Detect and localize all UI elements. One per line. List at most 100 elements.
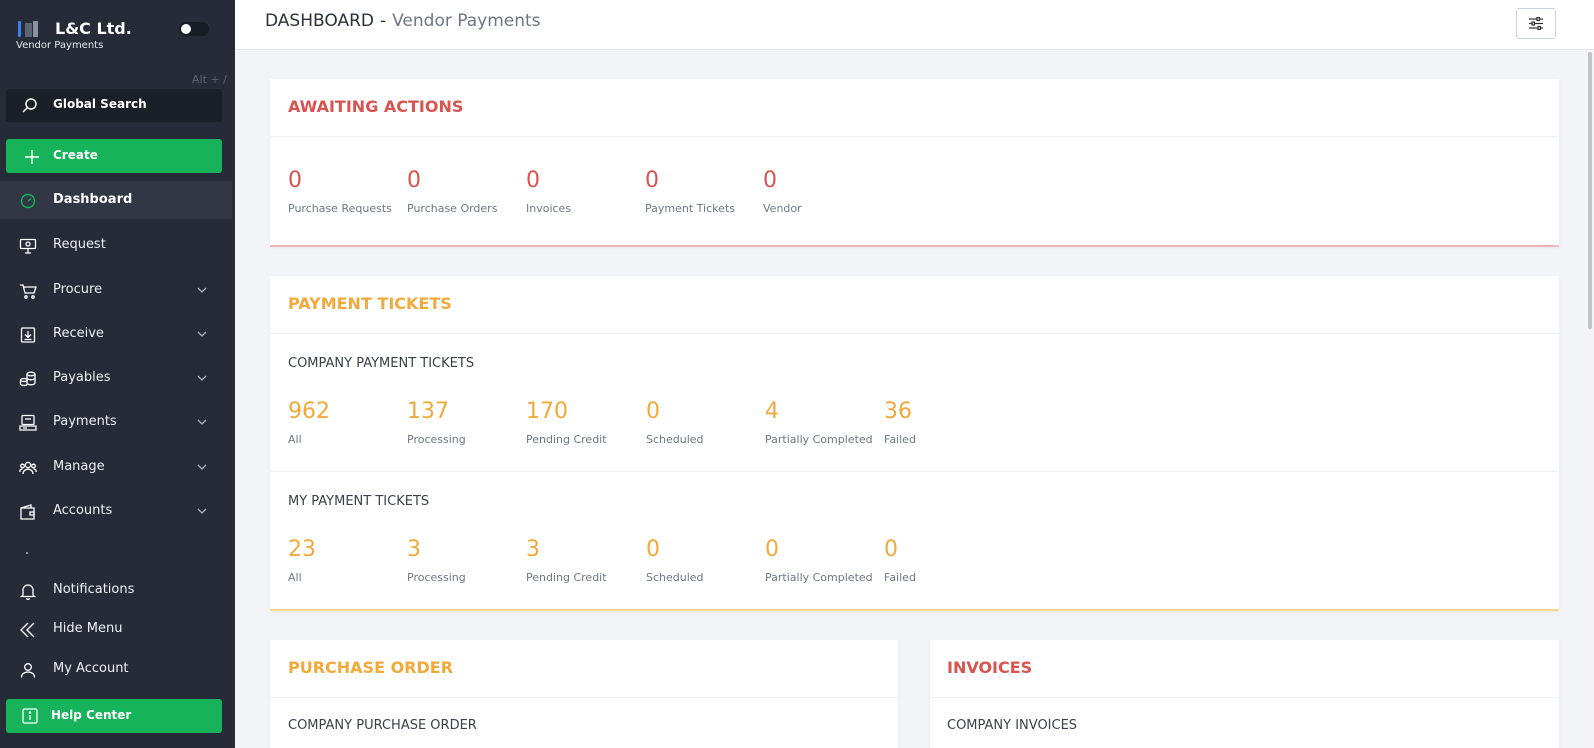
payment-tickets-card: PAYMENT TICKETS COMPANY PAYMENT TICKETS … (270, 276, 1559, 611)
card-title: PURCHASE ORDER (288, 658, 454, 677)
stat-value: 0 (884, 537, 898, 562)
chevron-down-icon (197, 508, 207, 514)
sidebar-item-receive[interactable]: Receive (0, 315, 232, 353)
awaiting-actions-card: AWAITING ACTIONS 0 Purchase Requests 0 P… (270, 79, 1559, 247)
stat-company-all[interactable]: 962 All (288, 399, 403, 446)
stat-invoices[interactable]: 0 Invoices (526, 168, 641, 215)
stat-company-failed[interactable]: 36 Failed (884, 399, 999, 446)
stat-label: Partially Completed (765, 433, 873, 446)
dashboard-icon (20, 193, 36, 209)
stat-company-partially-completed[interactable]: 4 Partially Completed (765, 399, 880, 446)
page-title-separator: - (379, 11, 387, 31)
wallet-icon (20, 504, 35, 520)
sidebar-item-manage[interactable]: Manage (0, 448, 232, 486)
sidebar-item-label: Receive (53, 326, 104, 341)
card-title: INVOICES (947, 658, 1033, 677)
page-title-main: DASHBOARD (265, 11, 374, 31)
stat-value: 0 (646, 537, 660, 562)
stat-label: Invoices (526, 202, 572, 215)
payments-icon (19, 414, 37, 431)
stat-my-all[interactable]: 23 All (288, 537, 403, 584)
stat-label: Failed (884, 433, 916, 446)
chevron-down-icon (197, 464, 207, 470)
stat-my-failed[interactable]: 0 Failed (884, 537, 999, 584)
stat-payment-tickets[interactable]: 0 Payment Tickets (645, 168, 760, 215)
sidebar-item-payments[interactable]: Payments (0, 403, 232, 441)
sidebar-item-hide-menu[interactable]: Hide Menu (0, 610, 232, 648)
search-shortcut-hint: Alt + / (192, 73, 227, 86)
stat-label: Payment Tickets (645, 202, 735, 215)
sidebar-item-label: My Account (53, 661, 129, 676)
stat-purchase-orders[interactable]: 0 Purchase Orders (407, 168, 522, 215)
brand-subtitle: Vendor Payments (16, 40, 104, 51)
scrollbar-thumb[interactable] (1588, 52, 1592, 329)
stat-my-pending-credit[interactable]: 3 Pending Credit (526, 537, 641, 584)
user-icon (20, 663, 36, 678)
chevron-down-icon (197, 375, 207, 381)
card-header: PAYMENT TICKETS (270, 276, 1559, 334)
card-header: PURCHASE ORDER (270, 640, 898, 698)
dashboard-settings-button[interactable] (1516, 8, 1556, 39)
sidebar-item-procure[interactable]: Procure (0, 271, 232, 309)
stat-value: 23 (288, 537, 316, 562)
sidebar-item-label: Accounts (53, 503, 113, 518)
card-header: AWAITING ACTIONS (270, 79, 1559, 137)
stat-label: Vendor (763, 202, 802, 215)
sidebar-item-accounts[interactable]: Accounts (0, 492, 232, 530)
stat-value: 137 (407, 399, 449, 424)
theme-toggle[interactable] (179, 22, 209, 36)
global-search-label: Global Search (53, 97, 147, 111)
help-center-button[interactable]: Help Center (6, 699, 222, 733)
stat-value: 0 (526, 168, 540, 193)
sidebar-item-my-account[interactable]: My Account (0, 650, 232, 688)
card-title: PAYMENT TICKETS (288, 294, 452, 313)
global-search-button[interactable]: Global Search (6, 89, 222, 122)
stat-label: Purchase Requests (288, 202, 392, 215)
stat-label: All (288, 571, 302, 584)
stat-label: Processing (407, 433, 466, 446)
stat-company-pending-credit[interactable]: 170 Pending Credit (526, 399, 641, 446)
stat-value: 170 (526, 399, 568, 424)
company-payment-tickets-title: COMPANY PAYMENT TICKETS (288, 356, 475, 371)
sidebar-item-dashboard[interactable]: Dashboard (0, 181, 232, 219)
top-header: DASHBOARD - Vendor Payments (235, 0, 1594, 50)
sidebar-item-label: Hide Menu (53, 621, 123, 636)
sidebar-item-notifications[interactable]: Notifications (0, 571, 232, 609)
stat-my-scheduled[interactable]: 0 Scheduled (646, 537, 761, 584)
stat-purchase-requests[interactable]: 0 Purchase Requests (288, 168, 403, 215)
create-button[interactable]: Create (6, 139, 222, 173)
separator-dot (26, 552, 28, 554)
purchase-order-card: PURCHASE ORDER COMPANY PURCHASE ORDER (270, 640, 898, 748)
help-center-label: Help Center (51, 708, 132, 722)
create-label: Create (53, 148, 98, 162)
stat-value: 36 (884, 399, 912, 424)
sidebar-item-request[interactable]: Request (0, 226, 232, 264)
chevron-down-icon (197, 419, 207, 425)
stat-label: Failed (884, 571, 916, 584)
stat-company-processing[interactable]: 137 Processing (407, 399, 522, 446)
stat-my-processing[interactable]: 3 Processing (407, 537, 522, 584)
bell-icon (19, 584, 37, 600)
stat-vendor[interactable]: 0 Vendor (763, 168, 878, 215)
section-divider (270, 471, 1559, 472)
stat-company-scheduled[interactable]: 0 Scheduled (646, 399, 761, 446)
sidebar-item-payables[interactable]: Payables (0, 359, 232, 397)
stat-label: Scheduled (646, 571, 704, 584)
receive-icon (20, 327, 36, 343)
search-icon (22, 98, 37, 113)
stat-value: 4 (765, 399, 779, 424)
chevron-down-icon (197, 287, 207, 293)
card-accent-line (270, 609, 1559, 611)
chevron-down-icon (197, 331, 207, 337)
company-purchase-order-title: COMPANY PURCHASE ORDER (288, 718, 477, 733)
stat-value: 3 (526, 537, 540, 562)
stat-value: 0 (765, 537, 779, 562)
stat-value: 0 (288, 168, 302, 193)
plus-icon (25, 150, 39, 164)
sidebar-item-label: Dashboard (53, 192, 133, 207)
stat-my-partially-completed[interactable]: 0 Partially Completed (765, 537, 880, 584)
sidebar-item-label: Payables (53, 370, 111, 385)
double-chevron-left-icon (20, 622, 35, 638)
brand-name: L&C Ltd. (55, 19, 132, 38)
sidebar: L&C Ltd. Vendor Payments Alt + / Global … (0, 0, 235, 748)
